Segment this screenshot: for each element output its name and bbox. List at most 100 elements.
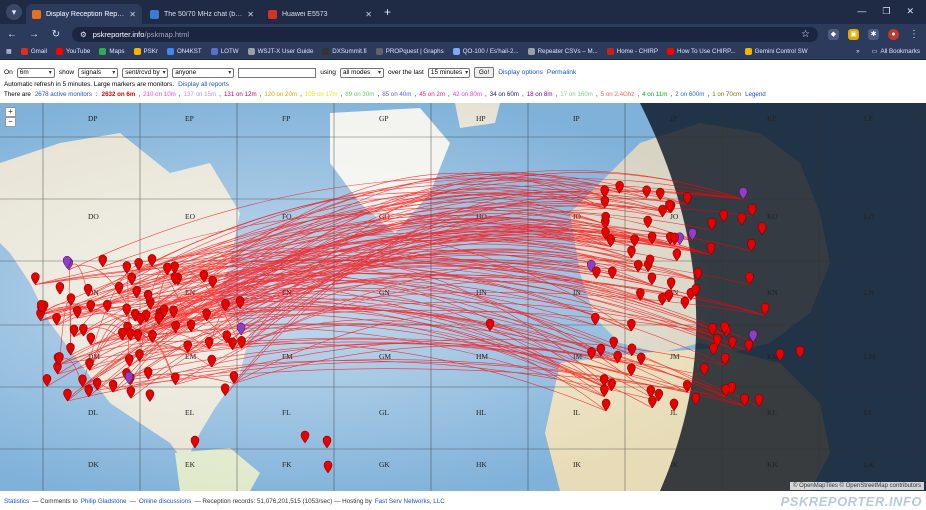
site-info-icon[interactable]: ⚙	[80, 30, 87, 39]
extensions-puzzle-icon[interactable]: ✱	[868, 28, 879, 40]
band-count[interactable]: 85 on 40m	[382, 91, 411, 98]
band-count[interactable]: 42 on 80m	[453, 91, 482, 98]
band-select[interactable]: 6m	[16, 67, 55, 78]
hosting-link[interactable]: Fast Serv Networks, LLC	[375, 498, 445, 505]
restore-icon[interactable]: ❐	[882, 6, 890, 17]
bookmark-label: ON4KST	[176, 48, 202, 55]
time-select[interactable]: 15 minutes	[427, 67, 470, 78]
bookmark-item[interactable]: PROPquest | Graphs	[375, 48, 444, 55]
extension-2-icon[interactable]: ▣	[848, 28, 859, 40]
bookmark-item[interactable]: PSKr	[133, 48, 158, 55]
grid-label: LO	[864, 212, 875, 221]
band-count[interactable]: 1 on 70cm	[712, 91, 741, 98]
omnibox[interactable]: ⚙ pskreporter.info/pskmap.html ☆	[72, 26, 818, 42]
bookmark-item[interactable]: How To Use CHIRP...	[667, 48, 736, 55]
who-select[interactable]: anyone	[172, 67, 235, 78]
browser-menu-icon[interactable]: ⋮	[908, 29, 920, 40]
bookmark-favicon-icon	[527, 48, 535, 55]
discussions-link[interactable]: Online discussions	[139, 498, 192, 505]
grid-label: JO	[670, 212, 679, 221]
close-window-icon[interactable]: ✕	[906, 6, 914, 17]
band-count[interactable]: 34 on 60m	[490, 91, 519, 98]
band-separator: ,	[259, 91, 262, 98]
extension-icon[interactable]: ◆	[828, 28, 839, 40]
statistics-link[interactable]: Statistics	[4, 498, 29, 505]
forward-icon[interactable]: →	[28, 29, 40, 40]
band-separator: ,	[138, 91, 141, 98]
show-label: show	[58, 69, 75, 76]
bookmark-item[interactable]: Repeater CSVs – M...	[527, 48, 598, 55]
sent-rcvd-select[interactable]: sent/rcvd by	[122, 67, 169, 78]
tab-close-icon[interactable]: ✕	[365, 10, 372, 19]
mode-select[interactable]: all modes	[339, 67, 384, 78]
band-count[interactable]: 210 on 10m	[143, 91, 176, 98]
active-monitors-link[interactable]: 2678 active monitors	[35, 91, 92, 98]
legend-link[interactable]: Legend	[745, 91, 766, 98]
band-count[interactable]: 4 on 11m	[642, 91, 667, 98]
zoom-out-button[interactable]: −	[5, 117, 16, 127]
new-tab-button[interactable]: +	[384, 5, 391, 19]
minimize-icon[interactable]: —	[857, 6, 866, 17]
grid-label: HL	[476, 408, 486, 417]
tab-close-icon[interactable]: ✕	[247, 10, 254, 19]
bookmark-item[interactable]: YouTube	[56, 48, 90, 55]
band-count[interactable]: 120 on 20m	[264, 91, 297, 98]
bookmark-label: QO-100 / Es'hail-2...	[462, 48, 519, 55]
go-button[interactable]: Go!	[473, 67, 495, 78]
profile-avatar[interactable]: ●	[888, 28, 899, 40]
band-count[interactable]: 131 on 12m	[224, 91, 257, 98]
callsign-input[interactable]	[238, 67, 317, 78]
band-count[interactable]: 89 on 30m	[345, 91, 374, 98]
band-count[interactable]: 105 on 17m	[305, 91, 338, 98]
band-count[interactable]: 2 on 600m	[675, 91, 704, 98]
browser-tab[interactable]: Display Reception Reports ✕	[26, 4, 142, 24]
browser-tab[interactable]: The 50/70 MHz chat (by ON4K ✕	[144, 4, 260, 24]
bookmark-item[interactable]: Maps	[99, 48, 125, 55]
author-link[interactable]: Philip Gladstone	[81, 498, 127, 505]
band-count[interactable]: 5 on 2.4Ghz	[601, 91, 635, 98]
band-count[interactable]: 2632 on 6m	[102, 91, 136, 98]
grid-label: DO	[88, 212, 99, 221]
reception-map[interactable]: DP EP FP GP HP IP JP KP LP DO EO FO GO HO IO JO KO LO DN EN…	[0, 103, 926, 491]
bookmark-favicon-icon	[667, 48, 675, 55]
tabs-container: Display Reception Reports ✕ The 50/70 MHz …	[26, 4, 380, 24]
bookmark-item[interactable]: LOTW	[210, 48, 239, 55]
display-all-reports-link[interactable]: Display all reports	[178, 81, 229, 88]
records-text: — Reception records: 51,076,201,515 (105…	[194, 497, 372, 505]
back-icon[interactable]: ←	[6, 29, 18, 40]
bookmark-item[interactable]: DXSummit.fi	[322, 48, 367, 55]
show-select[interactable]: signals	[78, 67, 119, 78]
bookmarks-overflow-button[interactable]: »	[856, 48, 859, 55]
bookmark-label: PROPquest | Graphs	[385, 48, 444, 55]
band-count[interactable]: 18 on 8m	[527, 91, 553, 98]
band-separator: ,	[595, 91, 598, 98]
band-separator: ,	[219, 91, 221, 98]
band-count[interactable]: 45 on 2m	[419, 91, 445, 98]
zoom-in-button[interactable]: +	[5, 107, 16, 117]
apps-grid-icon[interactable]: ▦	[6, 48, 12, 55]
bookmark-item[interactable]: Gemini Control SW	[744, 48, 808, 55]
bookmark-item[interactable]: Home - CHIRP	[606, 48, 658, 55]
bookmark-favicon-icon	[20, 48, 28, 55]
all-bookmarks-button[interactable]: ▭ All Bookmarks	[872, 48, 920, 55]
bookmark-item[interactable]: WSJT-X User Guide	[247, 48, 313, 55]
map-canvas: DP EP FP GP HP IP JP KP LPDO EO FO GO HO IO JO KO LODN EN…	[0, 103, 926, 491]
band-count[interactable]: 17 on 160m	[560, 91, 593, 98]
address-bar-row: ← → ↻ ⚙ pskreporter.info/pskmap.html ☆ ◆…	[0, 24, 926, 44]
bookmark-star-icon[interactable]: ☆	[801, 29, 810, 40]
grid-label: LL	[864, 408, 874, 417]
map-attribution[interactable]: © OpenMapTiles © OpenStreetMap contribut…	[789, 482, 924, 490]
display-options-link[interactable]: Display options	[498, 69, 543, 76]
tab-search-icon[interactable]: ▾	[6, 4, 22, 20]
tab-close-icon[interactable]: ✕	[129, 10, 136, 19]
bookmark-item[interactable]: Gmail	[20, 48, 47, 55]
bookmark-item[interactable]: QO-100 / Es'hail-2...	[452, 48, 519, 55]
band-count[interactable]: 137 on 15m	[184, 91, 217, 98]
permalink-link[interactable]: Permalink	[547, 69, 576, 76]
tab-label: Huawei E5573	[282, 10, 328, 18]
bookmark-favicon-icon	[606, 48, 614, 55]
band-separator: ,	[340, 91, 343, 98]
bookmark-item[interactable]: ON4KST	[166, 48, 202, 55]
browser-tab[interactable]: Huawei E5573 ✕	[262, 4, 378, 24]
reload-icon[interactable]: ↻	[50, 29, 62, 40]
